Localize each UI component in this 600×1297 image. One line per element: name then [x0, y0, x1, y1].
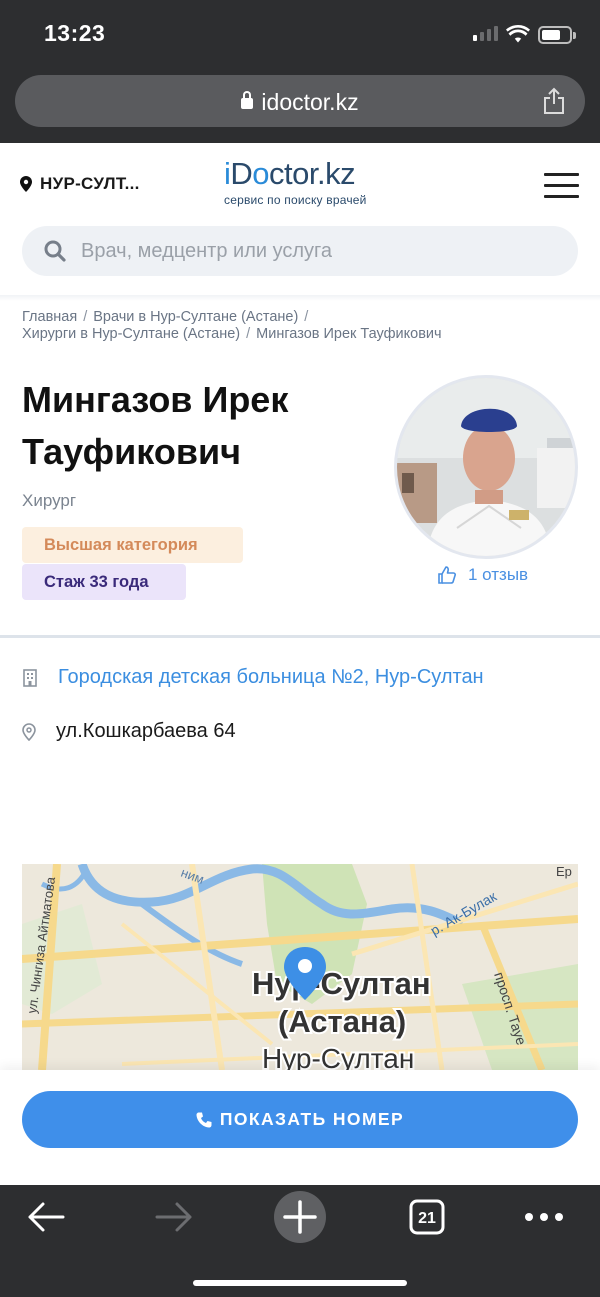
arrow-right-icon — [155, 1202, 192, 1232]
location-pin-icon — [20, 176, 32, 192]
city-name: НУР-СУЛТ... — [40, 174, 140, 193]
tabs-icon: 21 — [409, 1199, 445, 1235]
map-label-astana: (Астана) — [278, 1004, 406, 1039]
address-text: ул.Кошкарбаева 64 — [56, 720, 236, 742]
tab-count: 21 — [418, 1210, 436, 1227]
category-badge: Высшая категория — [22, 527, 243, 563]
url-display[interactable]: idoctor.kz — [15, 89, 585, 116]
url-text: idoctor.kz — [261, 89, 359, 115]
clinic-row: Городская детская больница №2, Нур-Султа… — [22, 666, 484, 689]
tabs-button[interactable]: 21 — [404, 1185, 450, 1249]
plus-icon — [274, 1191, 326, 1243]
phone-icon — [196, 1112, 212, 1127]
menu-icon[interactable] — [544, 173, 579, 199]
battery-icon — [538, 26, 576, 44]
breadcrumb-doctors[interactable]: Врачи в Нур-Султане (Астане) — [93, 309, 298, 325]
building-icon — [23, 668, 37, 687]
more-dots-icon — [525, 1213, 563, 1221]
share-icon[interactable] — [543, 87, 565, 115]
breadcrumb-current: Мингазов Ирек Тауфикович — [256, 326, 442, 342]
browser-address-area: idoctor.kz — [0, 66, 600, 143]
home-indicator — [193, 1280, 407, 1286]
search-icon — [44, 240, 66, 262]
show-phone-button[interactable]: ПОКАЗАТЬ НОМЕР — [22, 1091, 578, 1148]
address-row: ул.Кошкарбаева 64 — [22, 720, 236, 743]
site-header: НУР-СУЛТ... iDoctor.kz сервис по поиску … — [0, 143, 600, 295]
new-tab-button[interactable] — [274, 1185, 326, 1249]
breadcrumb: Главная / Врачи в Нур-Султане (Астане) / Хир… — [22, 309, 442, 342]
thumbs-up-icon — [438, 566, 456, 584]
section-divider — [0, 635, 600, 638]
location-pin-outline-icon — [22, 722, 36, 741]
show-phone-label: ПОКАЗАТЬ НОМЕР — [219, 1109, 405, 1129]
status-time: 13:23 — [44, 20, 106, 46]
doctor-photo — [394, 375, 578, 559]
reviews-link[interactable]: 1 отзыв — [438, 565, 528, 585]
status-bar: 13:23 — [0, 0, 600, 66]
reviews-count: 1 отзыв — [468, 565, 529, 584]
breadcrumb-home[interactable]: Главная — [22, 309, 77, 325]
city-selector[interactable]: НУР-СУЛТ... — [20, 174, 140, 194]
map[interactable]: ул. Чингиза Айтматова р. Ак-Булак просп.… — [22, 864, 578, 1070]
map-label-partial-right: Ер — [556, 864, 572, 879]
cellular-signal-icon — [473, 26, 498, 41]
doctor-name: Мингазов Ирек Тауфикович — [22, 379, 289, 472]
search-bar[interactable] — [22, 226, 578, 276]
experience-badge: Стаж 33 года — [22, 564, 186, 600]
more-button[interactable] — [518, 1185, 570, 1249]
lock-icon — [241, 91, 254, 109]
wifi-icon — [506, 25, 530, 43]
logo-tagline: сервис по поиску врачей — [224, 193, 367, 207]
search-input[interactable] — [81, 239, 521, 263]
doctor-specialty: Хирург — [22, 491, 77, 510]
address-bar[interactable]: idoctor.kz — [15, 75, 585, 127]
header-shadow — [0, 295, 600, 301]
map-label-city-2: Нур-Султан — [262, 1043, 414, 1070]
map-label-city: Нур-Султан — [252, 966, 431, 1001]
back-button[interactable] — [20, 1185, 72, 1249]
clinic-link[interactable]: Городская детская больница №2, Нур-Султа… — [58, 666, 484, 689]
site-logo[interactable]: iDoctor.kz сервис по поиску врачей — [224, 157, 376, 208]
arrow-left-icon — [28, 1202, 65, 1232]
cta-area: ПОКАЗАТЬ НОМЕР — [0, 1070, 600, 1185]
forward-button[interactable] — [148, 1185, 200, 1249]
breadcrumb-surgeons[interactable]: Хирурги в Нур-Султане (Астане) — [22, 326, 240, 342]
